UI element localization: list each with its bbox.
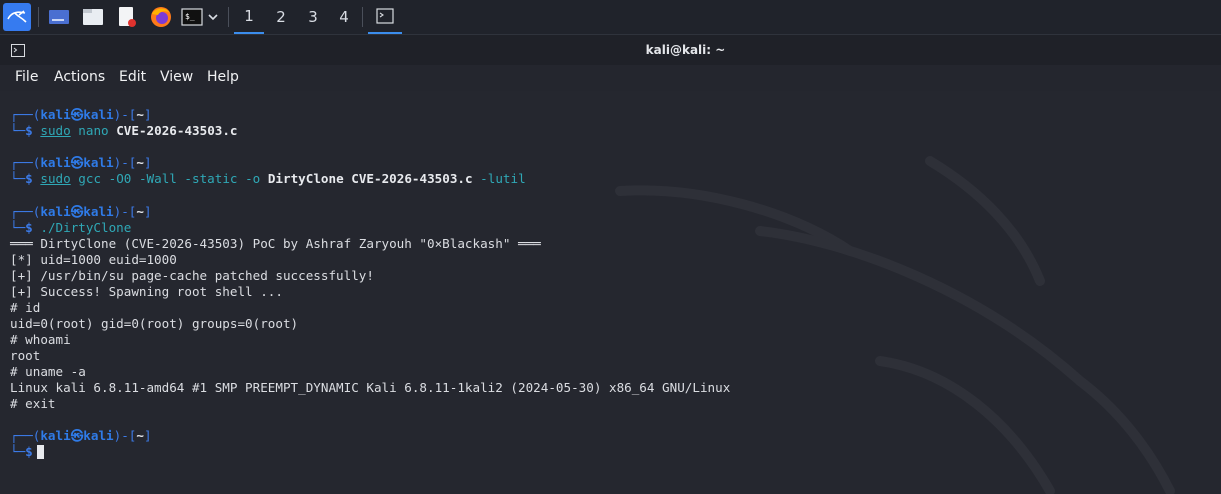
terminal-icon[interactable]: $_ <box>180 0 204 34</box>
file-manager-icon[interactable] <box>80 0 106 34</box>
workspace-3[interactable]: 3 <box>298 0 328 34</box>
chevron-down-icon[interactable] <box>205 0 221 34</box>
command-line[interactable]: └─$ <box>10 444 44 460</box>
output-line: root <box>10 348 41 363</box>
desktop-icon[interactable] <box>46 0 72 34</box>
output-line: Linux kali 6.8.11-amd64 #1 SMP PREEMPT_D… <box>10 380 731 395</box>
taskbar-terminal-window[interactable] <box>368 0 402 34</box>
text-cursor <box>36 445 44 459</box>
text-editor-icon[interactable] <box>114 0 140 34</box>
prompt-line: ┌──(kali㉿kali)-[~] <box>10 107 152 122</box>
menu-help[interactable]: Help <box>207 69 239 85</box>
window-titlebar[interactable]: kali@kali: ~ <box>0 35 1221 65</box>
menu-file[interactable]: File <box>15 69 38 85</box>
output-line: # exit <box>10 396 56 411</box>
panel-separator <box>362 7 363 27</box>
menu-edit[interactable]: Edit <box>119 69 146 85</box>
output-line: # id <box>10 300 41 315</box>
prompt-line: ┌──(kali㉿kali)-[~] <box>10 155 152 170</box>
window-title: kali@kali: ~ <box>645 43 726 57</box>
workspace-2[interactable]: 2 <box>266 0 296 34</box>
panel-separator <box>228 7 229 27</box>
output-line: ═══ DirtyClone (CVE-2026-43503) PoC by A… <box>10 236 541 251</box>
output-line: [+] /usr/bin/su page-cache patched succe… <box>10 268 374 283</box>
menu-actions[interactable]: Actions <box>54 69 105 85</box>
terminal-area[interactable]: ┌──(kali㉿kali)-[~] └─$ sudo nano CVE-202… <box>0 91 1221 494</box>
menu-view[interactable]: View <box>160 69 193 85</box>
output-line: [+] Success! Spawning root shell ... <box>10 284 283 299</box>
panel-separator <box>38 7 39 27</box>
output-line: # whoami <box>10 332 71 347</box>
workspace-1[interactable]: 1 <box>234 0 264 34</box>
output-line: uid=0(root) gid=0(root) groups=0(root) <box>10 316 299 331</box>
svg-text:$_: $_ <box>185 12 195 21</box>
firefox-icon[interactable] <box>148 0 174 34</box>
output-line: # uname -a <box>10 364 86 379</box>
command-line: └─$ sudo gcc -O0 -Wall -static -o DirtyC… <box>10 171 526 186</box>
command-line: └─$ ./DirtyClone <box>10 220 132 235</box>
output-line: [*] uid=1000 euid=1000 <box>10 252 177 267</box>
prompt-line: ┌──(kali㉿kali)-[~] <box>10 428 152 443</box>
workspace-4[interactable]: 4 <box>329 0 359 34</box>
taskbar: $_ 1 2 3 4 <box>0 0 1221 35</box>
kali-menu-icon[interactable] <box>3 3 31 31</box>
command-line: └─$ sudo nano CVE-2026-43503.c <box>10 123 238 138</box>
menu-bar: File Actions Edit View Help <box>0 65 1221 91</box>
prompt-line: ┌──(kali㉿kali)-[~] <box>10 204 152 219</box>
